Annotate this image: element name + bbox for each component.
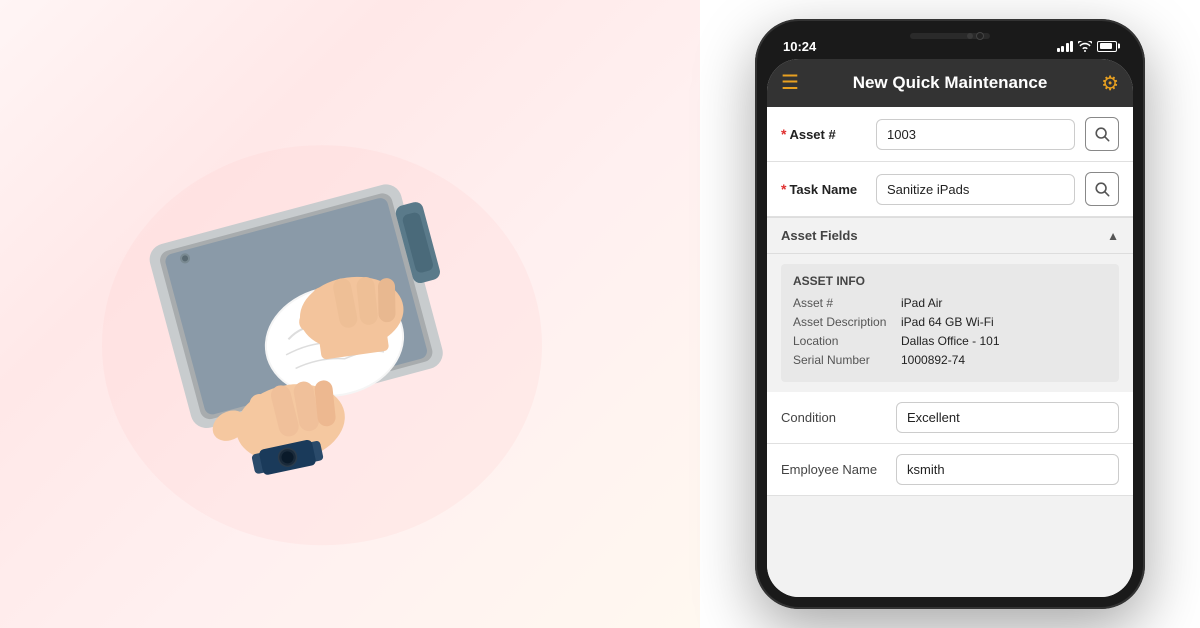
bottom-fields: Condition Employee Name — [767, 392, 1133, 496]
required-star-task: * — [781, 181, 786, 197]
hand-tablet-illustration — [42, 45, 602, 605]
required-star-asset: * — [781, 126, 786, 142]
asset-info-key-2: Location — [793, 334, 893, 348]
asset-info-row-1: Asset Description iPad 64 GB Wi-Fi — [793, 315, 1107, 329]
app-title: New Quick Maintenance — [799, 73, 1101, 93]
employee-name-input[interactable] — [896, 454, 1119, 485]
asset-number-row: * Asset # — [767, 107, 1133, 162]
asset-fields-label: Asset Fields — [781, 228, 858, 243]
asset-info-row-0: Asset # iPad Air — [793, 296, 1107, 310]
asset-number-input[interactable] — [876, 119, 1075, 150]
camera-lens — [976, 32, 984, 40]
condition-label: Condition — [781, 410, 886, 425]
photo-section — [0, 0, 700, 628]
task-search-button[interactable] — [1085, 172, 1119, 206]
camera-dot — [967, 33, 973, 39]
asset-info-value-3: 1000892-74 — [901, 353, 965, 367]
asset-info-row-2: Location Dallas Office - 101 — [793, 334, 1107, 348]
task-name-row: * Task Name — [767, 162, 1133, 217]
app-content: * Asset # — [767, 107, 1133, 597]
phone-frame: 10:24 — [755, 19, 1145, 609]
asset-info-value-0: iPad Air — [901, 296, 942, 310]
photo-placeholder — [0, 0, 700, 628]
phone-camera-bar — [910, 33, 990, 39]
phone-screen: ☰ New Quick Maintenance ⚙ * Asset # — [767, 59, 1133, 597]
right-section: 10:24 — [700, 0, 1200, 628]
gear-settings-icon[interactable]: ⚙ — [1101, 71, 1119, 96]
task-name-label: * Task Name — [781, 181, 866, 197]
asset-info-key-1: Asset Description — [793, 315, 893, 329]
asset-info-row-3: Serial Number 1000892-74 — [793, 353, 1107, 367]
task-name-input[interactable] — [876, 174, 1075, 205]
condition-input[interactable] — [896, 402, 1119, 433]
hamburger-menu-icon[interactable]: ☰ — [781, 73, 799, 93]
app-header: ☰ New Quick Maintenance ⚙ — [767, 59, 1133, 107]
asset-info-title: ASSET INFO — [793, 274, 1107, 288]
asset-info-value-1: iPad 64 GB Wi-Fi — [901, 315, 994, 329]
asset-info-box: ASSET INFO Asset # iPad Air Asset Descri… — [781, 264, 1119, 382]
wifi-icon — [1078, 41, 1092, 52]
phone-time: 10:24 — [783, 39, 816, 54]
collapse-arrow-icon: ▲ — [1107, 229, 1119, 243]
condition-row: Condition — [767, 392, 1133, 444]
asset-info-value-2: Dallas Office - 101 — [901, 334, 1000, 348]
asset-info-key-0: Asset # — [793, 296, 893, 310]
signal-bars-icon — [1057, 41, 1074, 52]
asset-fields-section-header[interactable]: Asset Fields ▲ — [767, 217, 1133, 254]
battery-icon — [1097, 41, 1117, 52]
form-section: * Asset # — [767, 107, 1133, 217]
asset-search-button[interactable] — [1085, 117, 1119, 151]
employee-name-label: Employee Name — [781, 462, 886, 477]
asset-info-key-3: Serial Number — [793, 353, 893, 367]
employee-name-row: Employee Name — [767, 444, 1133, 496]
asset-number-label: * Asset # — [781, 126, 866, 142]
status-icons — [1057, 41, 1118, 52]
